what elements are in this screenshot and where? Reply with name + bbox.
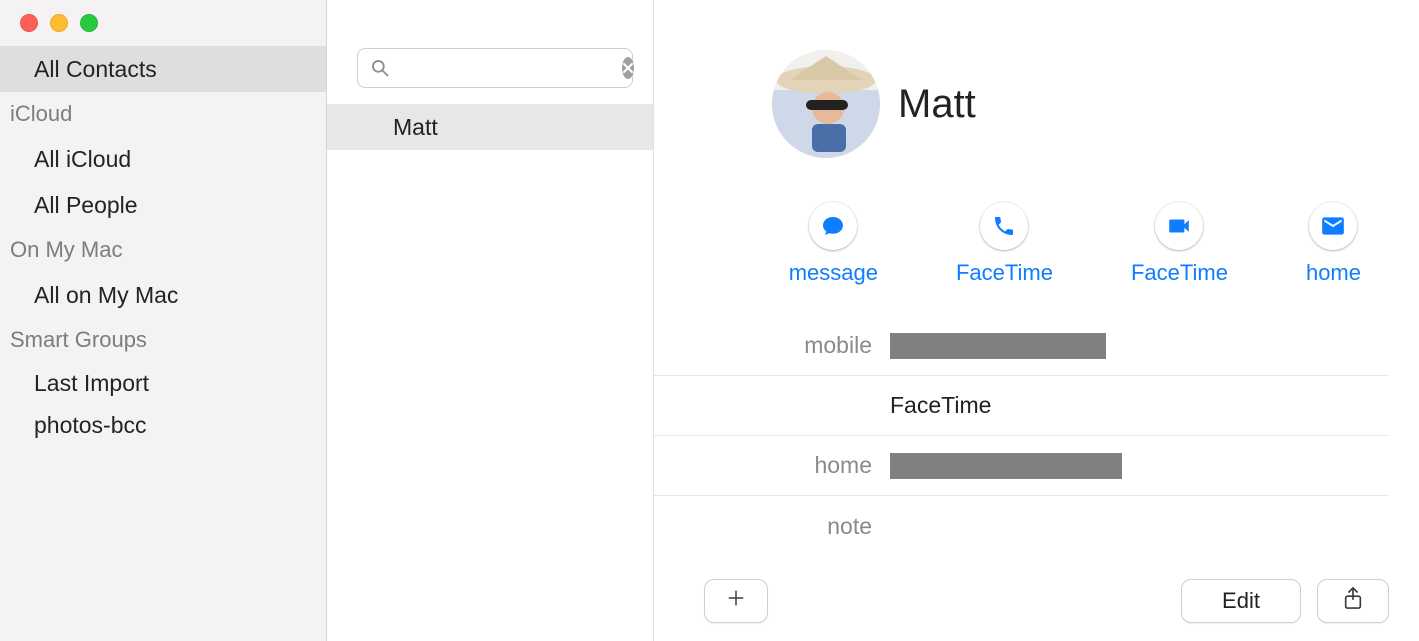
sidebar-section-icloud: iCloud	[0, 92, 326, 136]
action-label: message	[789, 260, 878, 286]
search-box[interactable]	[357, 48, 633, 88]
sidebar-item-label: All iCloud	[34, 146, 131, 173]
action-label: FaceTime	[956, 260, 1053, 286]
share-button[interactable]	[1317, 579, 1389, 623]
sidebar-item-all-contacts[interactable]: All Contacts	[0, 46, 326, 92]
action-message[interactable]: message	[789, 202, 878, 286]
detail-toolbar: Edit	[704, 579, 1389, 623]
share-icon	[1342, 586, 1364, 616]
action-facetime-audio[interactable]: FaceTime	[956, 202, 1053, 286]
sidebar-item-label: All Contacts	[34, 56, 157, 83]
search-icon	[370, 58, 390, 78]
field-value: FaceTime	[890, 392, 991, 419]
edit-button-label: Edit	[1222, 588, 1260, 614]
clear-search-button[interactable]	[622, 57, 634, 79]
sidebar-section-on-my-mac: On My Mac	[0, 228, 326, 272]
sidebar: All Contacts iCloud All iCloud All Peopl…	[0, 0, 327, 641]
contact-list: Matt	[327, 0, 654, 641]
sidebar-item-all-people[interactable]: All People	[0, 182, 326, 228]
sidebar-item-label: photos-bcc	[34, 412, 147, 439]
add-button[interactable]	[704, 579, 768, 623]
contact-list-item[interactable]: Matt	[327, 104, 653, 150]
contact-actions: message FaceTime FaceTime home	[654, 202, 1419, 286]
action-facetime-video[interactable]: FaceTime	[1131, 202, 1228, 286]
minimize-window-button[interactable]	[50, 14, 68, 32]
sidebar-item-label: All People	[34, 192, 138, 219]
contact-fields: mobile FaceTime home note	[654, 316, 1419, 556]
action-label: FaceTime	[1131, 260, 1228, 286]
sidebar-item-label: All on My Mac	[34, 282, 178, 309]
sidebar-item-photos-bcc[interactable]: photos-bcc	[0, 404, 326, 446]
phone-icon	[980, 202, 1028, 250]
avatar	[772, 50, 880, 158]
search-input[interactable]	[390, 58, 622, 79]
message-icon	[809, 202, 857, 250]
action-email-home[interactable]: home	[1306, 202, 1361, 286]
video-icon	[1155, 202, 1203, 250]
plus-icon	[725, 587, 747, 615]
action-label: home	[1306, 260, 1361, 286]
sidebar-section-smart-groups: Smart Groups	[0, 318, 326, 362]
contact-list-item-label: Matt	[393, 114, 438, 141]
window-controls	[0, 6, 326, 46]
field-facetime[interactable]: FaceTime	[654, 376, 1389, 436]
sidebar-item-all-icloud[interactable]: All iCloud	[0, 136, 326, 182]
edit-button[interactable]: Edit	[1181, 579, 1301, 623]
field-label: home	[704, 452, 890, 479]
mail-icon	[1309, 202, 1357, 250]
contact-name: Matt	[898, 82, 976, 127]
field-value-redacted	[890, 333, 1106, 359]
field-value-redacted	[890, 453, 1122, 479]
field-note[interactable]: note	[654, 496, 1389, 556]
field-label: mobile	[704, 332, 890, 359]
sidebar-item-last-import[interactable]: Last Import	[0, 362, 326, 404]
contact-detail: Matt message FaceTime FaceTime	[654, 0, 1419, 641]
zoom-window-button[interactable]	[80, 14, 98, 32]
close-window-button[interactable]	[20, 14, 38, 32]
field-mobile[interactable]: mobile	[654, 316, 1389, 376]
field-label: note	[704, 513, 890, 540]
sidebar-item-all-on-my-mac[interactable]: All on My Mac	[0, 272, 326, 318]
field-home[interactable]: home	[654, 436, 1389, 496]
sidebar-item-label: Last Import	[34, 370, 149, 397]
